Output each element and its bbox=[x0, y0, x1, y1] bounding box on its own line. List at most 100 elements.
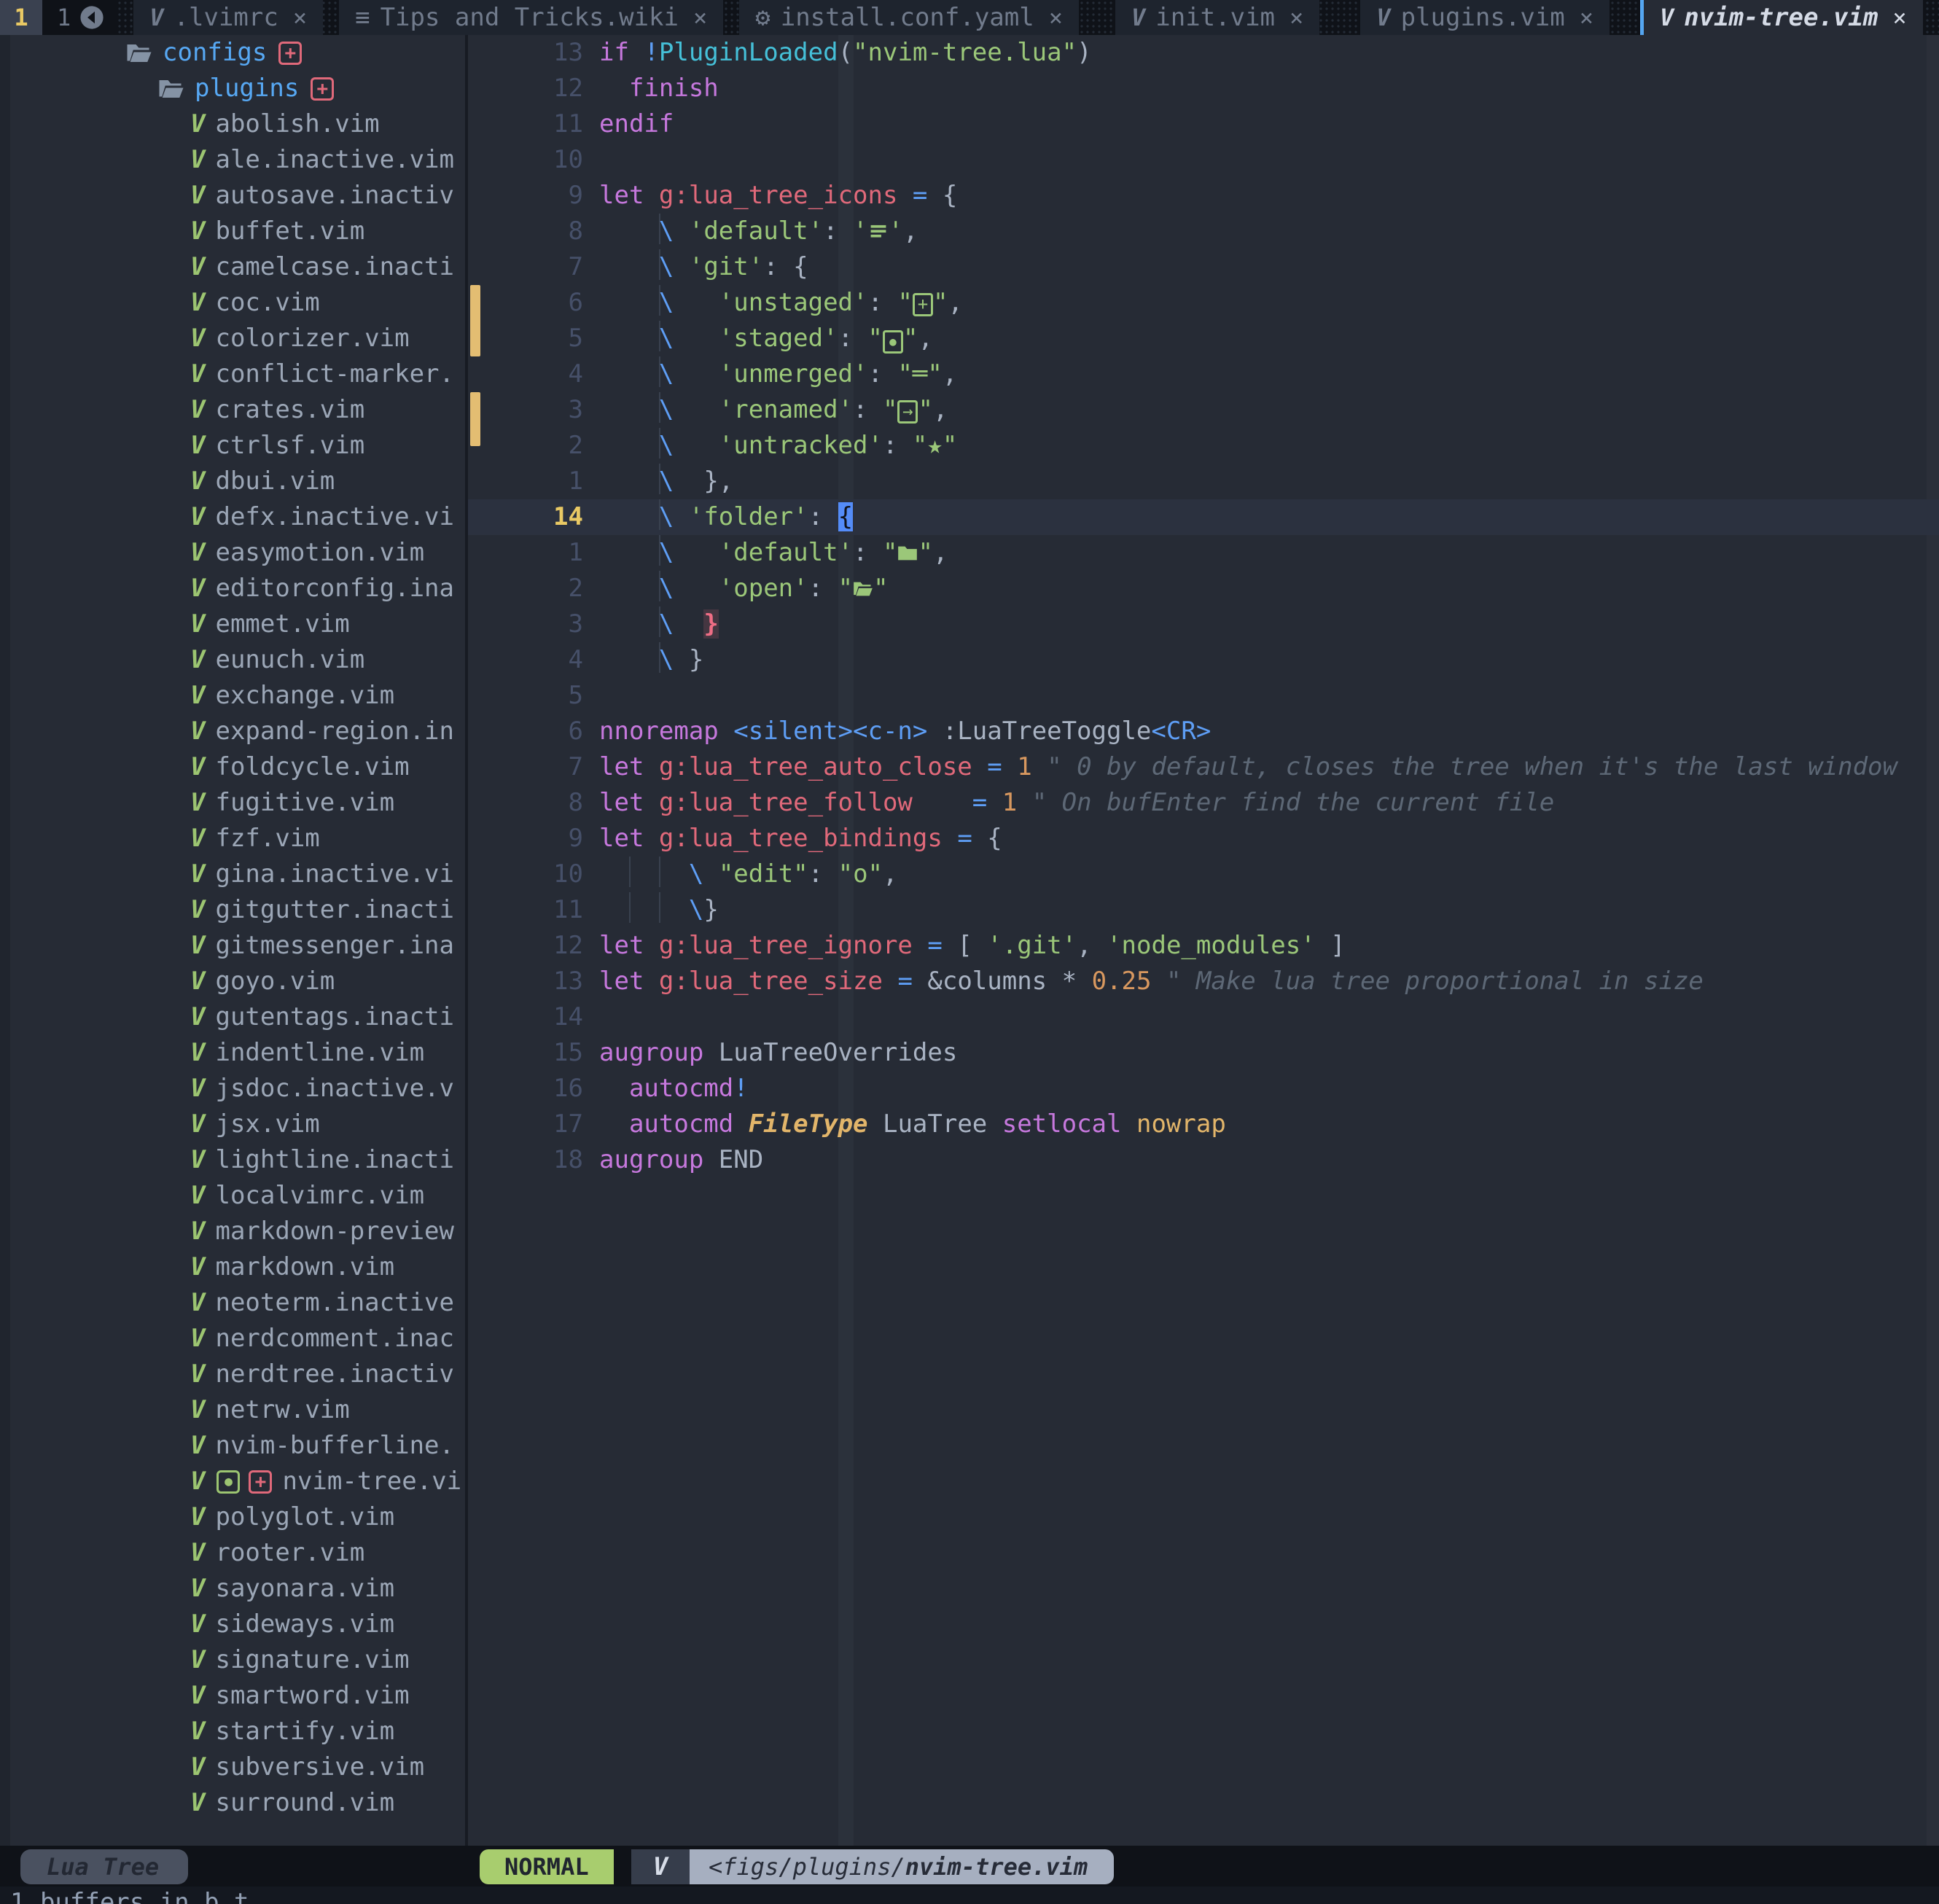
editor-pane[interactable]: 13if !PluginLoaded("nvim-tree.lua")12 fi… bbox=[468, 35, 1939, 1846]
tree-item-gutentags-inacti[interactable]: Vgutentags.inacti bbox=[190, 999, 454, 1035]
tree-item-emmet-vim[interactable]: Vemmet.vim bbox=[190, 606, 350, 642]
code-line[interactable]: 18augroup END bbox=[468, 1142, 1939, 1178]
file-tree-panel[interactable]: configs+plugins+Vabolish.vimVale.inactiv… bbox=[0, 35, 465, 1846]
tree-item-fzf-vim[interactable]: Vfzf.vim bbox=[190, 821, 320, 857]
tree-item-coc-vim[interactable]: Vcoc.vim bbox=[190, 285, 320, 321]
code-line[interactable]: 7let g:lua_tree_auto_close = 1 " 0 by de… bbox=[468, 749, 1939, 785]
code-line[interactable]: 13if !PluginLoaded("nvim-tree.lua") bbox=[468, 35, 1939, 71]
code-line[interactable]: 1 \ }, bbox=[468, 464, 1939, 499]
tree-item-localvimrc-vim[interactable]: Vlocalvimrc.vim bbox=[190, 1178, 424, 1214]
close-icon[interactable]: × bbox=[689, 4, 707, 31]
tree-item-jsdoc-inactive-v[interactable]: Vjsdoc.inactive.v bbox=[190, 1071, 454, 1107]
tree-item-defx-inactive-vi[interactable]: Vdefx.inactive.vi bbox=[190, 499, 454, 535]
code-line[interactable]: 9let g:lua_tree_icons = { bbox=[468, 178, 1939, 214]
code-line[interactable]: 16 autocmd! bbox=[468, 1071, 1939, 1107]
tree-item-subversive-vim[interactable]: Vsubversive.vim bbox=[190, 1749, 424, 1785]
tree-item-nvim-bufferline-[interactable]: Vnvim-bufferline. bbox=[190, 1428, 454, 1464]
tree-item-easymotion-vim[interactable]: Veasymotion.vim bbox=[190, 535, 424, 571]
code-line[interactable]: 6 \ 'unstaged': "+", bbox=[468, 285, 1939, 321]
tree-item-eunuch-vim[interactable]: Veunuch.vim bbox=[190, 642, 364, 678]
code-line[interactable]: 2 \ 'open': "" bbox=[468, 571, 1939, 606]
tree-item-nvim-tree-vi[interactable]: V●+nvim-tree.vi bbox=[190, 1464, 461, 1499]
tree-item-autosave-inactiv[interactable]: Vautosave.inactiv bbox=[190, 178, 454, 214]
code-line[interactable]: 3 \ } bbox=[468, 606, 1939, 642]
code-line-current[interactable]: 14 \ 'folder': { bbox=[468, 499, 1939, 535]
command-line[interactable]: 1 buffers in b t bbox=[0, 1887, 1939, 1904]
code-line[interactable]: 2 \ 'untracked': "★" bbox=[468, 428, 1939, 464]
tree-item-exchange-vim[interactable]: Vexchange.vim bbox=[190, 678, 394, 714]
code-line[interactable]: 10 bbox=[468, 142, 1939, 178]
code-line[interactable]: 11 \} bbox=[468, 892, 1939, 928]
code-line[interactable]: 4 \ } bbox=[468, 642, 1939, 678]
tree-item-signature-vim[interactable]: Vsignature.vim bbox=[190, 1642, 410, 1678]
tree-item-markdown-vim[interactable]: Vmarkdown.vim bbox=[190, 1249, 394, 1285]
tree-item-ale-inactive-vim[interactable]: Vale.inactive.vim bbox=[190, 142, 454, 178]
code-line[interactable]: 6nnoremap <silent><c-n> :LuaTreeToggle<C… bbox=[468, 714, 1939, 749]
code-line[interactable]: 4 \ 'unmerged': "═", bbox=[468, 356, 1939, 392]
token-pln: : bbox=[808, 859, 838, 889]
token-pln: :LuaTreeToggle bbox=[927, 717, 1151, 746]
code-line[interactable]: 1 \ 'default': "", bbox=[468, 535, 1939, 571]
code-line[interactable]: 13let g:lua_tree_size = &columns * 0.25 … bbox=[468, 964, 1939, 999]
tab-plugins-vim[interactable]: Vplugins.vim× bbox=[1360, 0, 1610, 35]
tree-item-netrw-vim[interactable]: Vnetrw.vim bbox=[190, 1392, 350, 1428]
tree-item-surround-vim[interactable]: Vsurround.vim bbox=[190, 1785, 394, 1821]
close-icon[interactable]: × bbox=[1285, 4, 1303, 31]
tree-item-lightline-inacti[interactable]: Vlightline.inacti bbox=[190, 1142, 454, 1178]
tree-item-dbui-vim[interactable]: Vdbui.vim bbox=[190, 464, 335, 499]
tree-item-colorizer-vim[interactable]: Vcolorizer.vim bbox=[190, 321, 410, 356]
tree-item-abolish-vim[interactable]: Vabolish.vim bbox=[190, 106, 380, 142]
tree-item-gitmessenger-ina[interactable]: Vgitmessenger.ina bbox=[190, 928, 454, 964]
close-icon[interactable]: × bbox=[1045, 4, 1063, 31]
tree-item-jsx-vim[interactable]: Vjsx.vim bbox=[190, 1107, 320, 1142]
close-icon[interactable]: × bbox=[1575, 4, 1593, 31]
tab--lvimrc[interactable]: V.lvimrc× bbox=[133, 0, 323, 35]
code-line[interactable]: 14 bbox=[468, 999, 1939, 1035]
tree-item-markdown-preview[interactable]: Vmarkdown-preview bbox=[190, 1214, 454, 1249]
tree-item-goyo-vim[interactable]: Vgoyo.vim bbox=[190, 964, 335, 999]
tree-item-expand-region-in[interactable]: Vexpand-region.in bbox=[190, 714, 454, 749]
code-line[interactable]: 5 bbox=[468, 678, 1939, 714]
code-line[interactable]: 5 \ 'staged': "●", bbox=[468, 321, 1939, 356]
tree-item-fugitive-vim[interactable]: Vfugitive.vim bbox=[190, 785, 394, 821]
tree-item-nerdcomment-inac[interactable]: Vnerdcomment.inac bbox=[190, 1321, 454, 1357]
code-line[interactable]: 12 finish bbox=[468, 71, 1939, 106]
tree-item-gitgutter-inacti[interactable]: Vgitgutter.inacti bbox=[190, 892, 454, 928]
tree-item-ctrlsf-vim[interactable]: Vctrlsf.vim bbox=[190, 428, 364, 464]
token-pln bbox=[674, 574, 718, 603]
tree-item-smartword-vim[interactable]: Vsmartword.vim bbox=[190, 1678, 410, 1714]
tree-item-nerdtree-inactiv[interactable]: Vnerdtree.inactiv bbox=[190, 1357, 454, 1392]
tree-item-editorconfig-ina[interactable]: Veditorconfig.ina bbox=[190, 571, 454, 606]
tab-nvim-tree-vim[interactable]: Vnvim-tree.vim× bbox=[1640, 0, 1923, 35]
code-line[interactable]: 10 \ "edit": "o", bbox=[468, 857, 1939, 892]
tree-item-indentline-vim[interactable]: Vindentline.vim bbox=[190, 1035, 424, 1071]
code-line[interactable]: 9let g:lua_tree_bindings = { bbox=[468, 821, 1939, 857]
code-line[interactable]: 3 \ 'renamed': "→", bbox=[468, 392, 1939, 428]
close-icon[interactable]: × bbox=[1888, 4, 1906, 31]
tab-tips-and-tricks-wiki[interactable]: ≡Tips and Tricks.wiki× bbox=[339, 0, 723, 35]
tree-item-plugins[interactable]: plugins+ bbox=[158, 71, 334, 106]
code-line[interactable]: 7 \ 'git': { bbox=[468, 249, 1939, 285]
tree-item-crates-vim[interactable]: Vcrates.vim bbox=[190, 392, 364, 428]
tab-install-conf-yaml[interactable]: ⚙install.conf.yaml× bbox=[739, 0, 1079, 35]
code-line[interactable]: 8let g:lua_tree_follow = 1 " On bufEnter… bbox=[468, 785, 1939, 821]
tree-item-neoterm-inactive[interactable]: Vneoterm.inactive bbox=[190, 1285, 454, 1321]
code-line[interactable]: 15augroup LuaTreeOverrides bbox=[468, 1035, 1939, 1071]
tree-item-camelcase-inacti[interactable]: Vcamelcase.inacti bbox=[190, 249, 454, 285]
tree-item-sideways-vim[interactable]: Vsideways.vim bbox=[190, 1607, 394, 1642]
code-line[interactable]: 11endif bbox=[468, 106, 1939, 142]
code-line[interactable]: 17 autocmd FileType LuaTree setlocal now… bbox=[468, 1107, 1939, 1142]
close-icon[interactable]: × bbox=[289, 4, 307, 31]
tree-item-gina-inactive-vi[interactable]: Vgina.inactive.vi bbox=[190, 857, 454, 892]
tree-item-rooter-vim[interactable]: Vrooter.vim bbox=[190, 1535, 364, 1571]
tree-item-foldcycle-vim[interactable]: Vfoldcycle.vim bbox=[190, 749, 410, 785]
tree-item-conflict-marker-[interactable]: Vconflict-marker. bbox=[190, 356, 454, 392]
code-line[interactable]: 12let g:lua_tree_ignore = [ '.git', 'nod… bbox=[468, 928, 1939, 964]
tree-item-polyglot-vim[interactable]: Vpolyglot.vim bbox=[190, 1499, 394, 1535]
tree-item-buffet-vim[interactable]: Vbuffet.vim bbox=[190, 214, 364, 249]
tree-item-configs[interactable]: configs+ bbox=[126, 35, 302, 71]
tree-item-startify-vim[interactable]: Vstartify.vim bbox=[190, 1714, 394, 1749]
tab-init-vim[interactable]: Vinit.vim× bbox=[1115, 0, 1319, 35]
tree-item-sayonara-vim[interactable]: Vsayonara.vim bbox=[190, 1571, 394, 1607]
code-line[interactable]: 8 \ 'default': '', bbox=[468, 214, 1939, 249]
